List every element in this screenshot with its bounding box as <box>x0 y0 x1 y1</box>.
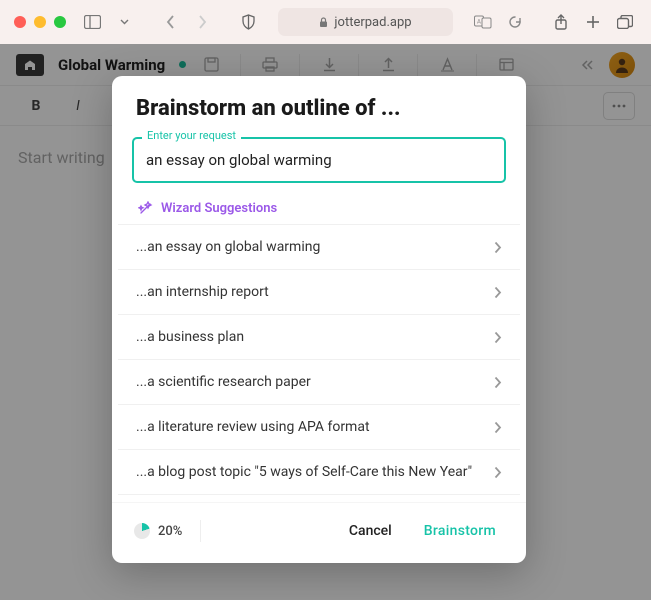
suggestion-text: ...an internship report <box>136 284 269 300</box>
dialog-footer: 20% Cancel Brainstorm <box>112 502 526 563</box>
usage-percent: 20% <box>158 524 182 539</box>
shield-icon[interactable] <box>236 10 260 34</box>
cancel-button[interactable]: Cancel <box>341 517 400 545</box>
usage-pie-icon <box>134 523 150 539</box>
lock-icon <box>319 17 328 28</box>
suggestion-text: ...a blog post topic "5 ways of Self-Car… <box>136 464 472 480</box>
suggestion-text: ...a business plan <box>136 329 244 345</box>
brainstorm-dialog: Brainstorm an outline of ... Enter your … <box>112 76 526 563</box>
share-icon[interactable] <box>549 10 573 34</box>
forward-button[interactable] <box>190 10 214 34</box>
suggestion-item[interactable]: ...an internship report <box>118 269 520 314</box>
request-input[interactable] <box>132 137 506 183</box>
minimize-window-button[interactable] <box>34 16 46 28</box>
chevron-right-icon <box>494 331 502 344</box>
suggestion-text: ...a literature review using APA format <box>136 419 370 435</box>
usage-indicator: 20% <box>134 523 182 539</box>
browser-titlebar: jotterpad.app A <box>0 0 651 44</box>
window-controls <box>14 16 66 28</box>
chevron-right-icon <box>494 421 502 434</box>
suggestion-item[interactable]: ...biography of Steve Jobs <box>118 494 520 502</box>
suggestion-text: ...an essay on global warming <box>136 239 320 255</box>
suggestion-item[interactable]: ...an essay on global warming <box>118 224 520 269</box>
wizard-label: Wizard Suggestions <box>161 201 277 216</box>
new-tab-icon[interactable] <box>581 10 605 34</box>
chevron-right-icon <box>494 466 502 479</box>
brainstorm-button[interactable]: Brainstorm <box>416 517 504 545</box>
request-field-label: Enter your request <box>142 129 241 142</box>
request-field: Enter your request <box>132 137 506 183</box>
address-bar[interactable]: jotterpad.app <box>278 8 453 36</box>
maximize-window-button[interactable] <box>54 16 66 28</box>
dialog-title: Brainstorm an outline of ... <box>112 76 526 137</box>
tabs-icon[interactable] <box>613 10 637 34</box>
translate-icon[interactable]: A <box>471 10 495 34</box>
chevron-right-icon <box>494 241 502 254</box>
suggestion-item[interactable]: ...a blog post topic "5 ways of Self-Car… <box>118 449 520 494</box>
sidebar-toggle-icon[interactable] <box>80 10 104 34</box>
svg-text:A: A <box>477 19 481 26</box>
url-host: jotterpad.app <box>334 15 411 30</box>
suggestions-list: ...an essay on global warming ...an inte… <box>118 224 520 502</box>
chevron-right-icon <box>494 286 502 299</box>
suggestion-item[interactable]: ...a scientific research paper <box>118 359 520 404</box>
wand-icon <box>138 201 153 216</box>
wizard-suggestions-header: Wizard Suggestions <box>112 191 526 224</box>
back-button[interactable] <box>158 10 182 34</box>
reload-icon[interactable] <box>503 10 527 34</box>
dropdown-icon[interactable] <box>112 10 136 34</box>
suggestion-item[interactable]: ...a business plan <box>118 314 520 359</box>
chevron-right-icon <box>494 376 502 389</box>
suggestion-text: ...a scientific research paper <box>136 374 311 390</box>
close-window-button[interactable] <box>14 16 26 28</box>
suggestion-item[interactable]: ...a literature review using APA format <box>118 404 520 449</box>
